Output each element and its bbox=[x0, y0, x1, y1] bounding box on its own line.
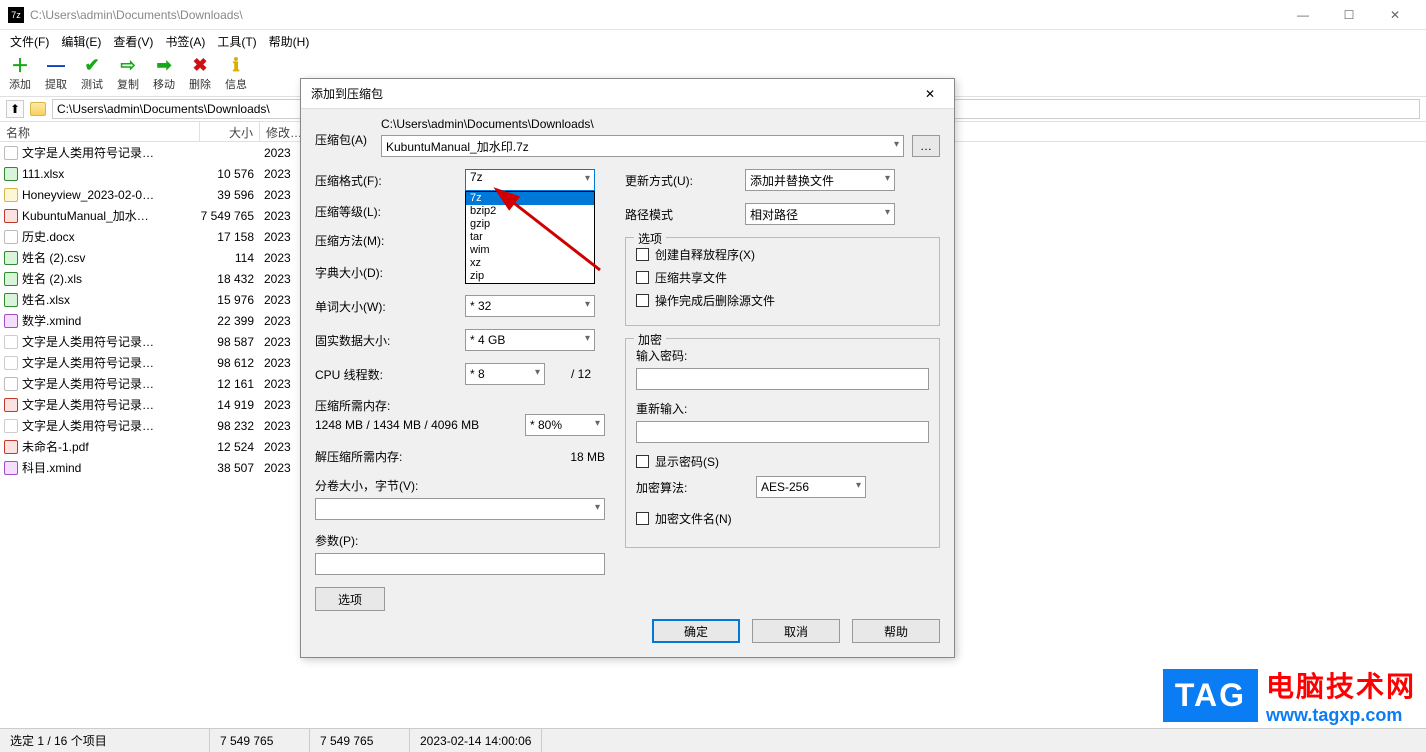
add-to-archive-dialog: 添加到压缩包 ✕ 压缩包(A) C:\Users\admin\Documents… bbox=[300, 78, 955, 658]
menu-item[interactable]: 书签(A) bbox=[161, 31, 209, 52]
encnames-label: 加密文件名(N) bbox=[655, 510, 732, 527]
format-option[interactable]: zip bbox=[466, 270, 594, 283]
enc-legend: 加密 bbox=[634, 331, 666, 348]
sfx-checkbox[interactable] bbox=[636, 248, 649, 261]
sfx-label: 创建自释放程序(X) bbox=[655, 246, 755, 263]
watermark-cn: 电脑技术网 bbox=[1266, 665, 1416, 705]
solid-label: 固实数据大小: bbox=[315, 332, 465, 349]
format-option[interactable]: wim bbox=[466, 244, 594, 257]
cancel-button[interactable]: 取消 bbox=[752, 619, 840, 643]
cpu-select[interactable]: * 8 bbox=[465, 363, 545, 385]
folder-icon bbox=[30, 102, 46, 116]
update-label: 更新方式(U): bbox=[625, 172, 745, 189]
params-label: 参数(P): bbox=[315, 532, 465, 549]
ok-button[interactable]: 确定 bbox=[652, 619, 740, 643]
params-input[interactable] bbox=[315, 553, 605, 575]
enc-algo-label: 加密算法: bbox=[636, 479, 756, 496]
browse-button[interactable]: … bbox=[912, 135, 940, 157]
status-size2: 7 549 765 bbox=[310, 729, 410, 752]
menu-item[interactable]: 文件(F) bbox=[6, 31, 53, 52]
maximize-button[interactable]: ☐ bbox=[1326, 0, 1372, 30]
format-option[interactable]: xz bbox=[466, 257, 594, 270]
format-option[interactable]: tar bbox=[466, 231, 594, 244]
mem-pct-select[interactable]: * 80% bbox=[525, 414, 605, 436]
split-label: 分卷大小，字节(V): bbox=[315, 477, 465, 494]
tool-删除[interactable]: ✖删除 bbox=[186, 54, 214, 92]
options-button[interactable]: 选项 bbox=[315, 587, 385, 611]
tool-移动[interactable]: ➡移动 bbox=[150, 54, 178, 92]
app-icon: 7z bbox=[8, 7, 24, 23]
mem-comp-value: 1248 MB / 1434 MB / 4096 MB bbox=[315, 418, 525, 432]
up-button[interactable]: ⬆ bbox=[6, 100, 24, 118]
format-option[interactable]: bzip2 bbox=[466, 205, 594, 218]
showpw-label: 显示密码(S) bbox=[655, 453, 719, 470]
status-size1: 7 549 765 bbox=[210, 729, 310, 752]
word-select[interactable]: * 32 bbox=[465, 295, 595, 317]
method-label: 压缩方法(M): bbox=[315, 232, 465, 249]
password-input[interactable] bbox=[636, 368, 929, 390]
password-confirm-input[interactable] bbox=[636, 421, 929, 443]
cpu-total: / 12 bbox=[571, 367, 591, 381]
tool-测试[interactable]: ✔测试 bbox=[78, 54, 106, 92]
enc-pw2-label: 重新输入: bbox=[636, 400, 929, 417]
mem-decomp-label: 解压缩所需内存: bbox=[315, 448, 570, 465]
format-option[interactable]: gzip bbox=[466, 218, 594, 231]
help-button[interactable]: 帮助 bbox=[852, 619, 940, 643]
watermark-tag: TAG bbox=[1163, 669, 1258, 722]
format-label: 压缩格式(F): bbox=[315, 172, 465, 189]
menubar: 文件(F)编辑(E)查看(V)书签(A)工具(T)帮助(H) bbox=[0, 30, 1426, 52]
archive-name-input[interactable]: KubuntuManual_加水印.7z bbox=[381, 135, 904, 157]
menu-item[interactable]: 编辑(E) bbox=[57, 31, 105, 52]
archive-label: 压缩包(A) bbox=[315, 117, 373, 148]
update-select[interactable]: 添加并替换文件 bbox=[745, 169, 895, 191]
format-option[interactable]: 7z bbox=[466, 192, 594, 205]
watermark-url: www.tagxp.com bbox=[1266, 705, 1416, 726]
menu-item[interactable]: 工具(T) bbox=[213, 31, 260, 52]
encnames-checkbox[interactable] bbox=[636, 512, 649, 525]
delete-checkbox[interactable] bbox=[636, 294, 649, 307]
dict-label: 字典大小(D): bbox=[315, 264, 465, 281]
tool-提取[interactable]: —提取 bbox=[42, 54, 70, 92]
mem-decomp-value: 18 MB bbox=[570, 450, 605, 464]
tool-复制[interactable]: ⇨复制 bbox=[114, 54, 142, 92]
enc-algo-select[interactable]: AES-256 bbox=[756, 476, 866, 498]
delete-label: 操作完成后删除源文件 bbox=[655, 292, 775, 309]
menu-item[interactable]: 帮助(H) bbox=[265, 31, 314, 52]
close-button[interactable]: ✕ bbox=[1372, 0, 1418, 30]
enc-pw-label: 输入密码: bbox=[636, 347, 929, 364]
tool-添加[interactable]: ＋添加 bbox=[6, 54, 34, 92]
share-checkbox[interactable] bbox=[636, 271, 649, 284]
options-legend: 选项 bbox=[634, 230, 666, 247]
tool-信息[interactable]: ℹ信息 bbox=[222, 54, 250, 92]
cpu-label: CPU 线程数: bbox=[315, 366, 465, 383]
path-select[interactable]: 相对路径 bbox=[745, 203, 895, 225]
split-input[interactable] bbox=[315, 498, 605, 520]
col-header-size[interactable]: 大小 bbox=[200, 122, 260, 141]
solid-select[interactable]: * 4 GB bbox=[465, 329, 595, 351]
path-label: 路径模式 bbox=[625, 206, 745, 223]
level-label: 压缩等级(L): bbox=[315, 203, 465, 220]
showpw-checkbox[interactable] bbox=[636, 455, 649, 468]
format-select[interactable]: 7z bbox=[465, 169, 595, 191]
share-label: 压缩共享文件 bbox=[655, 269, 727, 286]
status-selection: 选定 1 / 16 个项目 bbox=[0, 729, 210, 752]
format-dropdown-list: 7zbzip2gziptarwimxzzip bbox=[465, 191, 595, 284]
dialog-close-button[interactable]: ✕ bbox=[916, 83, 944, 105]
archive-path-text: C:\Users\admin\Documents\Downloads\ bbox=[381, 117, 940, 131]
dialog-title: 添加到压缩包 bbox=[311, 85, 916, 102]
minimize-button[interactable]: — bbox=[1280, 0, 1326, 30]
col-header-name[interactable]: 名称 bbox=[0, 122, 200, 141]
menu-item[interactable]: 查看(V) bbox=[109, 31, 157, 52]
watermark: TAG 电脑技术网 www.tagxp.com bbox=[1163, 665, 1416, 726]
mem-comp-label: 压缩所需内存: bbox=[315, 397, 605, 414]
status-date: 2023-02-14 14:00:06 bbox=[410, 729, 542, 752]
word-label: 单词大小(W): bbox=[315, 298, 465, 315]
window-title: C:\Users\admin\Documents\Downloads\ bbox=[30, 8, 1280, 22]
